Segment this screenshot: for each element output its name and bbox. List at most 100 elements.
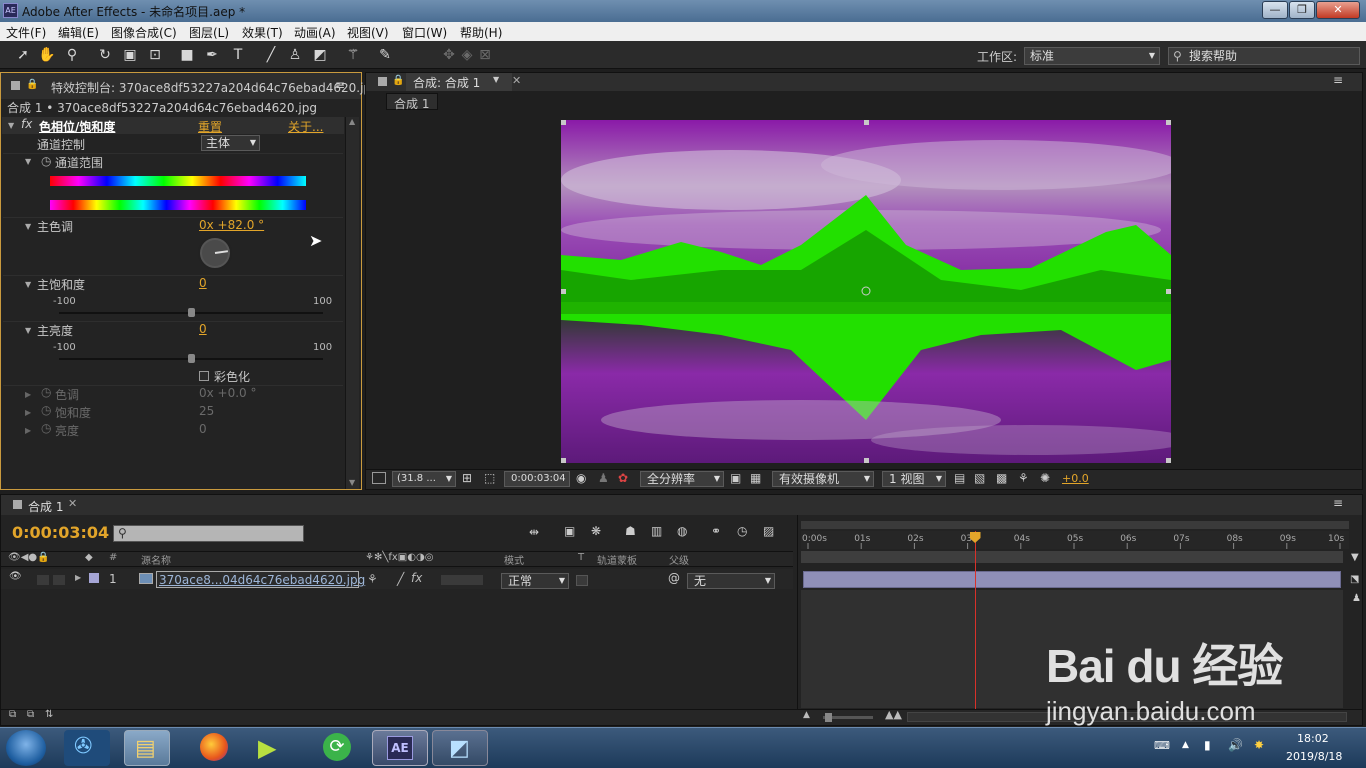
search-help-input[interactable]: ⚲ 搜索帮助 <box>1168 47 1360 65</box>
camera-snapshot-icon[interactable]: ◉ <box>576 471 586 485</box>
chevron-down-icon[interactable]: ▼ <box>493 75 499 84</box>
panel-grip-icon[interactable] <box>13 500 22 509</box>
menu-view[interactable]: 视图(V) <box>347 24 389 41</box>
taskbar-video-editor-icon[interactable]: ▶ <box>250 730 296 766</box>
flowchart-icon[interactable]: ⚘ <box>1018 471 1029 485</box>
pin-icon[interactable]: ♟ <box>1352 593 1361 604</box>
view-layout-select[interactable]: 1 视图 ▼ <box>882 471 946 487</box>
taskbar-after-effects-icon[interactable]: AE <box>372 730 428 766</box>
close-tab-icon[interactable]: ✕ <box>68 497 77 510</box>
timeline-icon[interactable]: ▩ <box>996 471 1007 485</box>
master-hue-dial[interactable] <box>197 235 233 271</box>
brush-tool-icon[interactable]: ╱ <box>262 46 280 64</box>
safe-margins-icon[interactable]: ⊞ <box>462 471 472 485</box>
timeline-current-time[interactable]: 0:00:03:04 <box>12 523 109 542</box>
axis-world-icon[interactable]: ◈ <box>458 46 476 64</box>
show-hidden-icons[interactable]: ▲ <box>1182 740 1189 750</box>
pickwhip-icon[interactable]: @ <box>668 571 680 585</box>
master-sat-expand-icon[interactable]: ▼ <box>25 280 31 289</box>
parent-select[interactable]: 无 ▼ <box>687 573 775 589</box>
panel-menu-icon[interactable]: ≡ <box>1333 73 1343 87</box>
taskbar-media-player-icon[interactable]: ✇ <box>64 730 110 766</box>
lock-icon[interactable]: 🔒 <box>392 75 404 86</box>
zoom-in-icon[interactable]: ▲▲ <box>885 708 902 721</box>
timeline-search-input[interactable]: ⚲ <box>113 525 304 542</box>
timeline-tab-label[interactable]: 合成 1 <box>28 498 63 515</box>
menu-help[interactable]: 帮助(H) <box>460 24 502 41</box>
workspace-select[interactable]: 标准 ▼ <box>1024 47 1160 65</box>
roto-brush-tool-icon[interactable]: ⚚ <box>344 46 362 64</box>
magnification-select[interactable]: (31.8 ... ▼ <box>392 471 456 487</box>
hue-expand-icon[interactable]: ▶ <box>25 390 31 399</box>
blend-mode-select[interactable]: 正常 ▼ <box>501 573 569 589</box>
effect-controls-tab[interactable]: 特效控制台: 370ace8df53227a204d64c76ebad4620.… <box>51 79 371 96</box>
current-time-display[interactable]: 0:00:03:04 <box>504 471 570 487</box>
visibility-eye-icon[interactable]: 👁 <box>9 571 22 582</box>
scroll-up-icon[interactable]: ▲ <box>349 117 355 126</box>
clone-stamp-tool-icon[interactable]: ♙ <box>286 46 304 64</box>
resolution-select[interactable]: 全分辨率 ▼ <box>640 471 724 487</box>
zoom-tool-icon[interactable]: ⚲ <box>63 46 81 64</box>
solo-switch[interactable] <box>37 575 49 585</box>
graph-editor-icon[interactable]: ▨ <box>763 524 774 538</box>
auto-keyframe-icon[interactable]: ◷ <box>737 524 747 538</box>
menu-window[interactable]: 窗口(W) <box>402 24 447 41</box>
panel-grip-icon[interactable] <box>378 77 387 86</box>
layer-duration-bar[interactable] <box>803 571 1341 588</box>
notification-icon[interactable]: ✸ <box>1254 738 1264 752</box>
hand-tool-icon[interactable]: ✋ <box>38 46 56 64</box>
camera-select[interactable]: 有效摄像机 ▼ <box>772 471 874 487</box>
menu-edit[interactable]: 编辑(E) <box>58 24 99 41</box>
show-snapshot-icon[interactable]: ♟ <box>598 471 609 485</box>
pen-tool-icon[interactable]: ✒ <box>203 46 221 64</box>
taskbar-notes-icon[interactable]: ◩ <box>432 730 488 766</box>
panel-menu-icon[interactable]: ≡ <box>1333 496 1343 510</box>
rotate-tool-icon[interactable]: ↻ <box>96 46 114 64</box>
menu-file[interactable]: 文件(F) <box>6 24 46 41</box>
composition-viewer-image[interactable] <box>561 120 1171 463</box>
rectangle-tool-icon[interactable]: ■ <box>178 46 196 64</box>
shy-switch-icon[interactable]: ⚘ <box>367 572 378 586</box>
keyboard-icon[interactable]: ⌨ <box>1154 739 1170 752</box>
exposure-value[interactable]: +0.0 <box>1062 472 1089 485</box>
lock-icon[interactable]: 🔒 <box>26 79 38 90</box>
axis-view-icon[interactable]: ⊠ <box>476 46 494 64</box>
taskbar-explorer-icon[interactable]: ▤ <box>124 730 170 766</box>
stopwatch-icon[interactable]: ◷ <box>41 154 51 168</box>
lightness-expand-icon[interactable]: ▶ <box>25 426 31 435</box>
layer-label-color[interactable] <box>89 573 99 583</box>
lock-switch[interactable] <box>53 575 65 585</box>
text-tool-icon[interactable]: T <box>229 46 247 64</box>
comp-button-icon[interactable]: ▼ <box>1351 552 1359 563</box>
taskbar-date[interactable]: 2019/8/18 <box>1286 750 1342 763</box>
toggle-switches-icon[interactable]: ⧉ <box>9 709 16 720</box>
reset-exposure-icon[interactable]: ✺ <box>1040 471 1050 485</box>
pan-behind-tool-icon[interactable]: ⊡ <box>146 46 164 64</box>
playhead-line[interactable] <box>974 531 976 709</box>
taskbar-time[interactable]: 18:02 <box>1297 732 1329 745</box>
frame-blending-icon[interactable]: ▥ <box>651 524 662 538</box>
about-link[interactable]: 关于... <box>288 118 323 135</box>
master-light-value[interactable]: 0 <box>199 322 207 336</box>
preserve-transparency-checkbox[interactable] <box>576 575 588 586</box>
master-hue-expand-icon[interactable]: ▼ <box>25 222 31 231</box>
scroll-down-icon[interactable]: ▼ <box>349 478 355 487</box>
draft-3d-icon[interactable]: ❋ <box>591 524 601 538</box>
channel-control-select[interactable]: 主体 ▼ <box>201 135 260 151</box>
close-button[interactable]: ✕ <box>1316 1 1360 19</box>
menu-composition[interactable]: 图像合成(C) <box>111 24 177 41</box>
reset-link[interactable]: 重置 <box>198 118 222 135</box>
motion-blur-icon[interactable]: ◍ <box>677 524 687 538</box>
taskbar-firefox-icon[interactable] <box>190 730 236 766</box>
work-area-bar[interactable] <box>801 521 1349 529</box>
maximize-button[interactable]: ❐ <box>1289 1 1315 19</box>
always-preview-icon[interactable] <box>372 472 386 484</box>
master-light-slider-thumb[interactable] <box>188 354 195 363</box>
zoom-out-icon[interactable]: ▲ <box>803 710 810 720</box>
comp-breadcrumb[interactable]: 合成 1 <box>386 93 438 111</box>
stopwatch-icon[interactable]: ◷ <box>41 421 51 435</box>
panel-grip-icon[interactable] <box>11 81 20 90</box>
transparency-grid-icon[interactable]: ▦ <box>750 471 761 485</box>
comp-mini-flowchart-icon[interactable]: ⇹ <box>529 525 539 539</box>
menu-effect[interactable]: 效果(T) <box>242 24 283 41</box>
